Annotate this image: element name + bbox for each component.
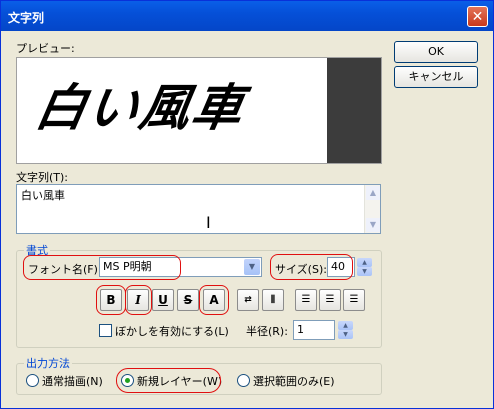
- align-center-button[interactable]: ☰: [319, 289, 341, 311]
- spin-down-icon[interactable]: ▼: [338, 330, 353, 339]
- align-center-icon: ☰: [325, 294, 335, 305]
- bold-highlight: [96, 285, 126, 315]
- title-bar: 文字列 ✕: [1, 1, 493, 31]
- size-stepper[interactable]: ▲ ▼: [357, 257, 372, 277]
- scroll-down-icon[interactable]: ▼: [366, 218, 380, 232]
- radius-stepper[interactable]: ▲ ▼: [338, 320, 353, 340]
- preview-label: プレビュー:: [16, 42, 75, 55]
- text-input[interactable]: 白い風車 ▲ ▼: [16, 184, 381, 234]
- text-scrollbar[interactable]: ▲ ▼: [364, 185, 380, 233]
- text-label: 文字列(T):: [16, 171, 69, 184]
- align-right-icon: ☰: [349, 294, 359, 305]
- blur-label: ぼかしを有効にする(L): [115, 325, 229, 338]
- text-input-value: 白い風車: [21, 189, 65, 202]
- radius-input[interactable]: 1: [293, 320, 335, 340]
- scroll-up-icon[interactable]: ▲: [366, 186, 380, 200]
- char-spacing-icon: ⇄: [244, 295, 252, 305]
- underline-button[interactable]: U: [152, 289, 174, 311]
- close-button[interactable]: ✕: [467, 6, 488, 27]
- horizontal-spacing-button[interactable]: ⇄: [237, 289, 259, 311]
- font-highlight: [23, 255, 181, 280]
- align-right-button[interactable]: ☰: [343, 289, 365, 311]
- spin-down-icon[interactable]: ▼: [357, 267, 372, 276]
- size-highlight: [270, 254, 353, 280]
- radio-normal[interactable]: [26, 374, 39, 387]
- radio-normal-label: 通常描画(N): [42, 375, 103, 388]
- vertical-spacing-button[interactable]: ⫼: [262, 289, 284, 311]
- blur-checkbox[interactable]: [99, 324, 112, 337]
- output-group-title: 出力方法: [24, 355, 72, 371]
- radio-selection[interactable]: [237, 374, 250, 387]
- ok-button[interactable]: OK: [394, 41, 478, 63]
- chevron-down-icon[interactable]: ▼: [244, 259, 260, 275]
- align-left-icon: ☰: [301, 294, 311, 305]
- align-left-button[interactable]: ☰: [295, 289, 317, 311]
- preview-dark-panel: [327, 58, 381, 163]
- spin-up-icon[interactable]: ▲: [357, 257, 372, 267]
- radio-selection-label: 選択範囲のみ(E): [253, 375, 335, 388]
- line-spacing-icon: ⫼: [270, 295, 276, 305]
- spin-up-icon[interactable]: ▲: [338, 320, 353, 330]
- preview-area: 白い風車: [16, 57, 382, 164]
- cancel-button[interactable]: キャンセル: [394, 66, 478, 88]
- new-layer-highlight: [116, 368, 221, 393]
- string-dialog: 文字列 ✕ プレビュー: 白い風車 OK キャンセル 文字列(T): 白い風車 …: [0, 0, 494, 409]
- close-icon: ✕: [471, 8, 484, 25]
- text-cursor-icon: I: [206, 213, 211, 232]
- preview-text: 白い風車: [31, 78, 250, 137]
- italic-highlight: [125, 285, 152, 315]
- radius-label: 半径(R):: [246, 325, 288, 338]
- color-highlight: [199, 285, 229, 315]
- strikethrough-button[interactable]: S: [177, 289, 199, 311]
- dialog-title: 文字列: [8, 11, 45, 25]
